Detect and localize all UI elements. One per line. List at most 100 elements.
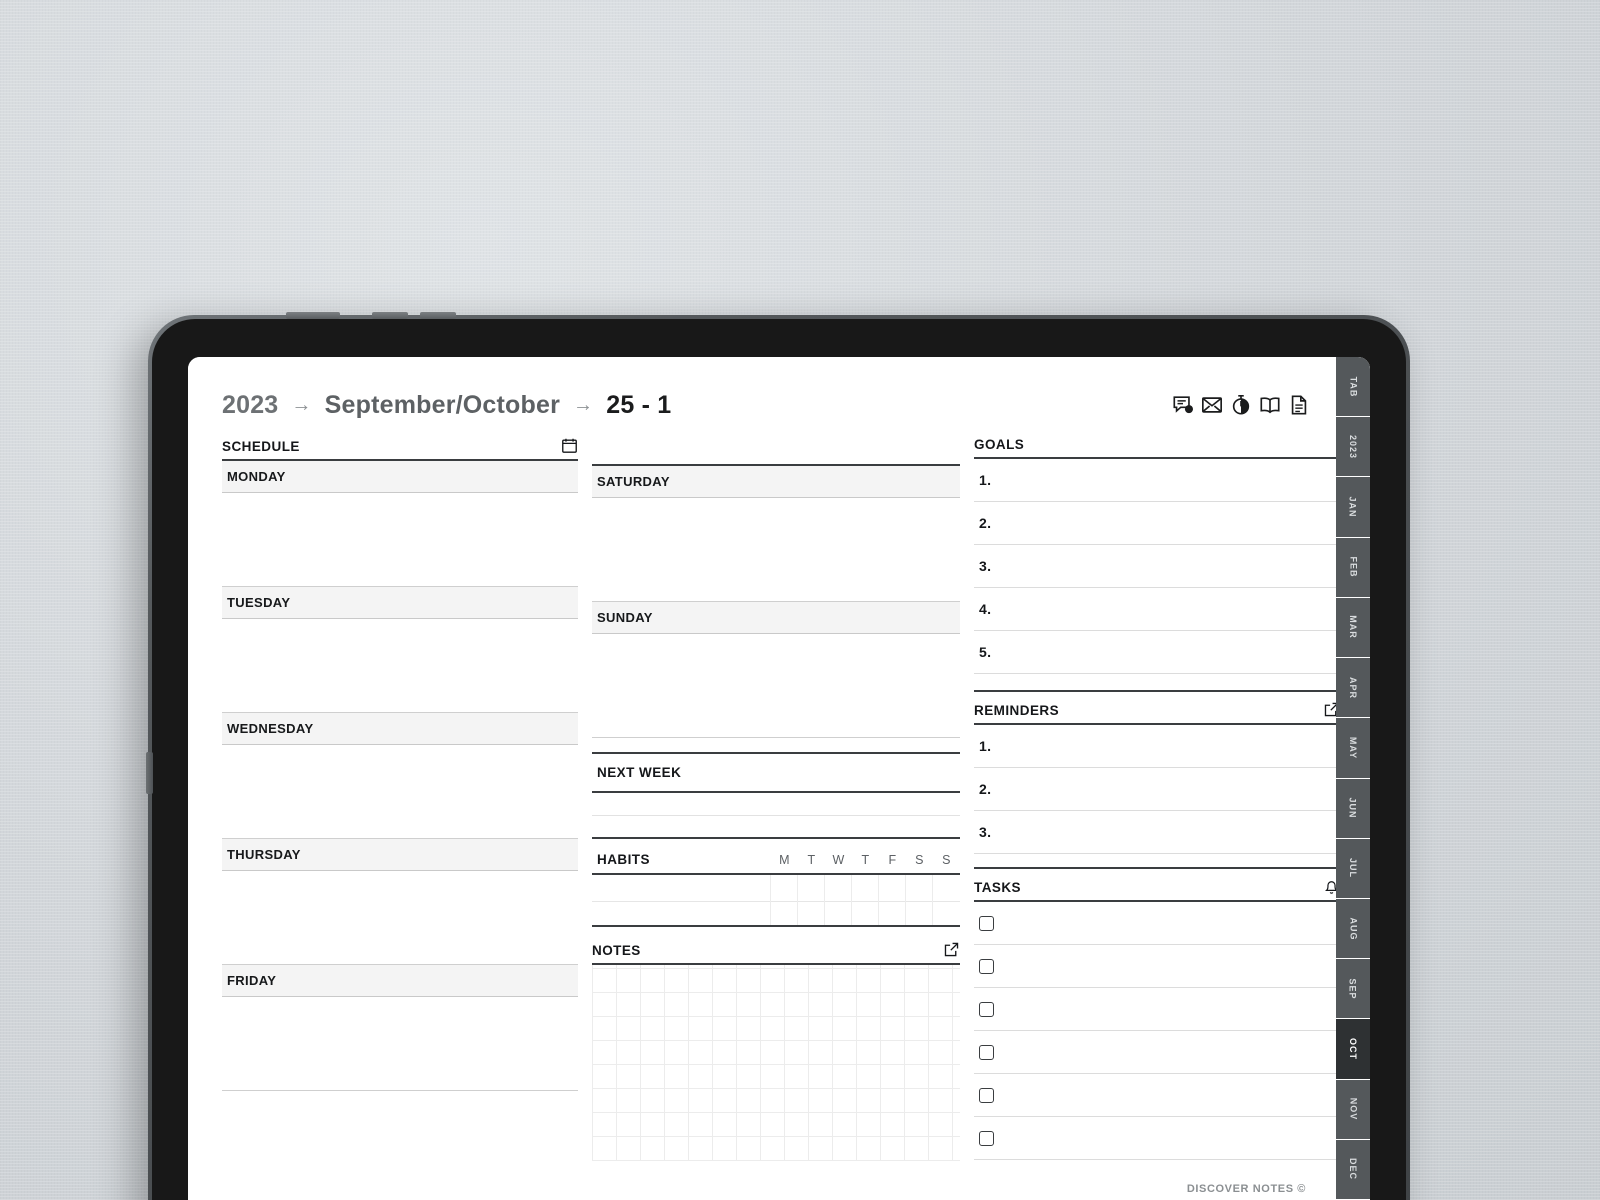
breadcrumb-date-range[interactable]: 25 - 1 [606, 391, 671, 420]
envelope-icon[interactable] [1201, 394, 1223, 416]
volume-up-button[interactable] [372, 312, 408, 319]
task-checkbox[interactable] [979, 1044, 994, 1060]
day-block-monday[interactable]: MONDAY [222, 461, 578, 587]
chat-note-icon[interactable] [1172, 394, 1194, 416]
reminders-title: REMINDERS [974, 703, 1060, 718]
month-tab[interactable]: TAB [1336, 357, 1370, 418]
month-tab-jun[interactable]: JUN [1336, 778, 1370, 839]
month-tab-may[interactable]: MAY [1336, 718, 1370, 779]
weekend-and-extras-column: SATURDAY SUNDAY NEXT WEEK HABITS M T W T… [592, 437, 960, 1200]
tasks-section: TASKS [974, 867, 1340, 1160]
task-checkbox[interactable] [979, 958, 994, 974]
task-row[interactable] [974, 988, 1340, 1031]
power-button[interactable] [286, 312, 340, 319]
month-tab-label: OCT [1348, 1038, 1358, 1061]
day-label-thursday: THURSDAY [222, 839, 578, 871]
external-link-icon[interactable] [943, 941, 960, 958]
reminder-row[interactable]: 2. [974, 768, 1340, 811]
task-checkbox[interactable] [979, 915, 994, 931]
day-label-saturday: SATURDAY [592, 464, 960, 498]
calendar-icon[interactable] [561, 437, 578, 454]
task-row[interactable] [974, 1031, 1340, 1074]
book-icon[interactable] [1259, 394, 1281, 416]
month-tab-sep[interactable]: SEP [1336, 959, 1370, 1020]
goal-row[interactable]: 4. [974, 588, 1340, 631]
day-block-sunday[interactable]: SUNDAY [592, 602, 960, 738]
task-row[interactable] [974, 945, 1340, 988]
habit-day-label: S [915, 852, 924, 867]
month-tab-label: FEB [1348, 556, 1358, 578]
goal-number: 2. [979, 515, 992, 531]
month-tab-nov[interactable]: NOV [1336, 1079, 1370, 1140]
page-header: 2023 → September/October → 25 - 1 [222, 385, 1310, 425]
habit-day-label: S [942, 852, 951, 867]
next-week-title: NEXT WEEK [597, 765, 682, 780]
goal-row[interactable]: 1. [974, 459, 1340, 502]
day-writing-area-wednesday[interactable] [222, 745, 578, 839]
month-tab-jan[interactable]: JAN [1336, 477, 1370, 538]
goal-row[interactable]: 5. [974, 631, 1340, 674]
notes-section: NOTES [592, 941, 960, 1161]
task-checkbox[interactable] [979, 1001, 994, 1017]
next-week-line[interactable] [592, 793, 960, 816]
task-row[interactable] [974, 902, 1340, 945]
next-week-line[interactable] [592, 816, 960, 839]
planner-columns: SCHEDULE MONDAY TUESDAY WEDNESDAY THURSD… [222, 437, 1340, 1200]
month-tab-mar[interactable]: MAR [1336, 597, 1370, 659]
habit-day-label: M [779, 852, 790, 867]
reminder-number: 1. [979, 738, 992, 754]
task-checkbox[interactable] [979, 1130, 994, 1146]
day-block-saturday[interactable]: SATURDAY [592, 464, 960, 602]
breadcrumb-month[interactable]: September/October [325, 391, 560, 420]
volume-down-button[interactable] [420, 312, 456, 319]
document-icon[interactable] [1288, 394, 1310, 416]
month-tab-dec[interactable]: DEC [1336, 1139, 1370, 1200]
month-tab-jul[interactable]: JUL [1336, 838, 1370, 899]
habits-grid[interactable] [592, 875, 960, 927]
day-writing-area-thursday[interactable] [222, 871, 578, 965]
reminders-section: REMINDERS 1. 2. 3. [974, 690, 1340, 854]
day-writing-area-tuesday[interactable] [222, 619, 578, 713]
reminder-row[interactable]: 3. [974, 811, 1340, 854]
task-row[interactable] [974, 1117, 1340, 1160]
month-tab-label: AUG [1348, 917, 1358, 941]
day-writing-area-friday[interactable] [222, 997, 578, 1091]
task-checkbox[interactable] [979, 1087, 994, 1103]
tasks-header: TASKS [974, 867, 1340, 902]
day-writing-area-sunday[interactable] [592, 634, 960, 738]
planner-page: 2023 → September/October → 25 - 1 SCHEDU… [188, 357, 1340, 1200]
month-tab-feb[interactable]: FEB [1336, 537, 1370, 598]
side-port [146, 752, 153, 794]
notes-title: NOTES [592, 943, 641, 958]
stopwatch-icon[interactable] [1230, 394, 1252, 416]
day-writing-area-monday[interactable] [222, 493, 578, 587]
month-tab-label: APR [1347, 676, 1358, 699]
day-block-friday[interactable]: FRIDAY [222, 965, 578, 1091]
breadcrumb-year[interactable]: 2023 [222, 391, 278, 420]
month-tab[interactable]: 2023 [1336, 417, 1370, 478]
page-footer: DISCOVER NOTES © [1186, 1183, 1306, 1195]
month-tab-apr[interactable]: APR [1336, 658, 1370, 719]
month-tab-label: MAR [1348, 615, 1358, 640]
month-tab-oct[interactable]: OCT [1336, 1019, 1370, 1080]
reminder-row[interactable]: 1. [974, 725, 1340, 768]
goal-row[interactable]: 2. [974, 502, 1340, 545]
task-row[interactable] [974, 1074, 1340, 1117]
day-label-sunday: SUNDAY [592, 602, 960, 634]
habit-day-label: T [861, 852, 870, 867]
day-block-tuesday[interactable]: TUESDAY [222, 587, 578, 713]
next-week-section: NEXT WEEK [592, 752, 960, 839]
habit-day-label: T [807, 852, 816, 867]
notes-header: NOTES [592, 941, 960, 965]
month-tab-aug[interactable]: AUG [1336, 898, 1370, 960]
reminder-number: 2. [979, 781, 992, 797]
day-block-wednesday[interactable]: WEDNESDAY [222, 713, 578, 839]
day-block-thursday[interactable]: THURSDAY [222, 839, 578, 965]
day-label-friday: FRIDAY [222, 965, 578, 997]
goal-row[interactable]: 3. [974, 545, 1340, 588]
day-writing-area-saturday[interactable] [592, 498, 960, 602]
notes-grid-area[interactable] [592, 965, 960, 1161]
day-label-wednesday: WEDNESDAY [222, 713, 578, 745]
schedule-header: SCHEDULE [222, 437, 578, 461]
goal-number: 4. [979, 601, 992, 617]
